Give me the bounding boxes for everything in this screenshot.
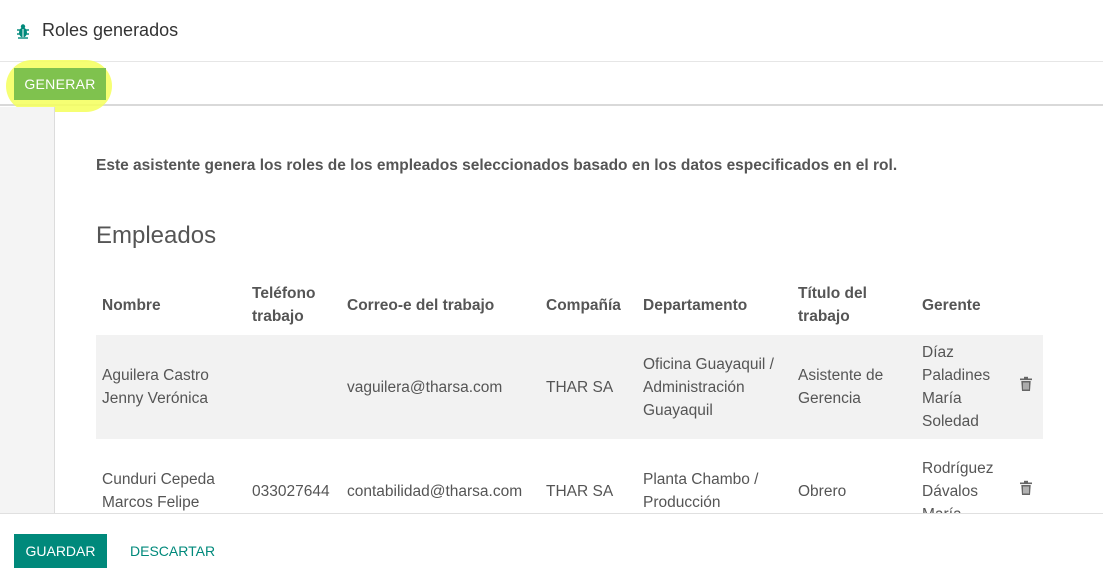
- bug-icon: [14, 22, 32, 40]
- column-header-company[interactable]: Compañía: [540, 275, 637, 335]
- cell-manager[interactable]: Díaz Paladines María Soledad: [916, 335, 1013, 439]
- form-content: Este asistente genera los roles de los e…: [56, 107, 1103, 513]
- cell-job-title[interactable]: Obrero: [792, 439, 916, 513]
- discard-button[interactable]: DESCARTAR: [130, 534, 215, 568]
- column-header-email[interactable]: Correo-e del trabajo: [341, 275, 540, 335]
- trash-icon[interactable]: [1019, 480, 1033, 496]
- column-header-department[interactable]: Departamento: [637, 275, 792, 335]
- cell-department[interactable]: Planta Chambo / Producción: [637, 439, 792, 513]
- table-row[interactable]: Aguilera Castro Jenny Verónica vaguilera…: [96, 335, 1043, 439]
- cell-name[interactable]: Cunduri Cepeda Marcos Felipe: [96, 439, 246, 513]
- cell-email[interactable]: vaguilera@tharsa.com: [341, 335, 540, 439]
- column-header-job-title[interactable]: Título del trabajo: [792, 275, 916, 335]
- cell-phone[interactable]: [246, 335, 341, 439]
- trash-icon[interactable]: [1019, 376, 1033, 392]
- column-header-name[interactable]: Nombre: [96, 275, 246, 335]
- cell-email[interactable]: contabilidad@tharsa.com: [341, 439, 540, 513]
- toolbar: [0, 63, 1103, 106]
- cell-job-title[interactable]: Asistente de Gerencia: [792, 335, 916, 439]
- left-gutter: [0, 107, 55, 513]
- cell-manager[interactable]: Rodríguez Dávalos María: [916, 439, 1013, 514]
- cell-department[interactable]: Oficina Guayaquil / Administración Guaya…: [637, 335, 792, 439]
- employees-table: Nombre Teléfono trabajo Correo-e del tra…: [96, 275, 1043, 513]
- column-header-manager[interactable]: Gerente: [916, 275, 1013, 335]
- column-header-actions: [1013, 275, 1043, 335]
- cell-name[interactable]: Aguilera Castro Jenny Verónica: [96, 335, 246, 439]
- cell-delete: [1013, 335, 1043, 439]
- dialog-header: Roles generados: [0, 0, 1103, 62]
- wizard-description: Este asistente genera los roles de los e…: [96, 157, 898, 174]
- generate-button[interactable]: GENERAR: [14, 68, 106, 100]
- cell-company[interactable]: THAR SA: [540, 439, 637, 513]
- cell-delete: [1013, 439, 1043, 513]
- page-title: Roles generados: [42, 20, 179, 40]
- save-button[interactable]: GUARDAR: [14, 534, 107, 568]
- section-title: Empleados: [96, 222, 217, 249]
- table-row[interactable]: Cunduri Cepeda Marcos Felipe 033027644 c…: [96, 439, 1043, 513]
- table-header-row: Nombre Teléfono trabajo Correo-e del tra…: [96, 275, 1043, 335]
- column-header-phone[interactable]: Teléfono trabajo: [246, 275, 341, 335]
- cell-company[interactable]: THAR SA: [540, 335, 637, 439]
- cell-phone[interactable]: 033027644: [246, 439, 341, 513]
